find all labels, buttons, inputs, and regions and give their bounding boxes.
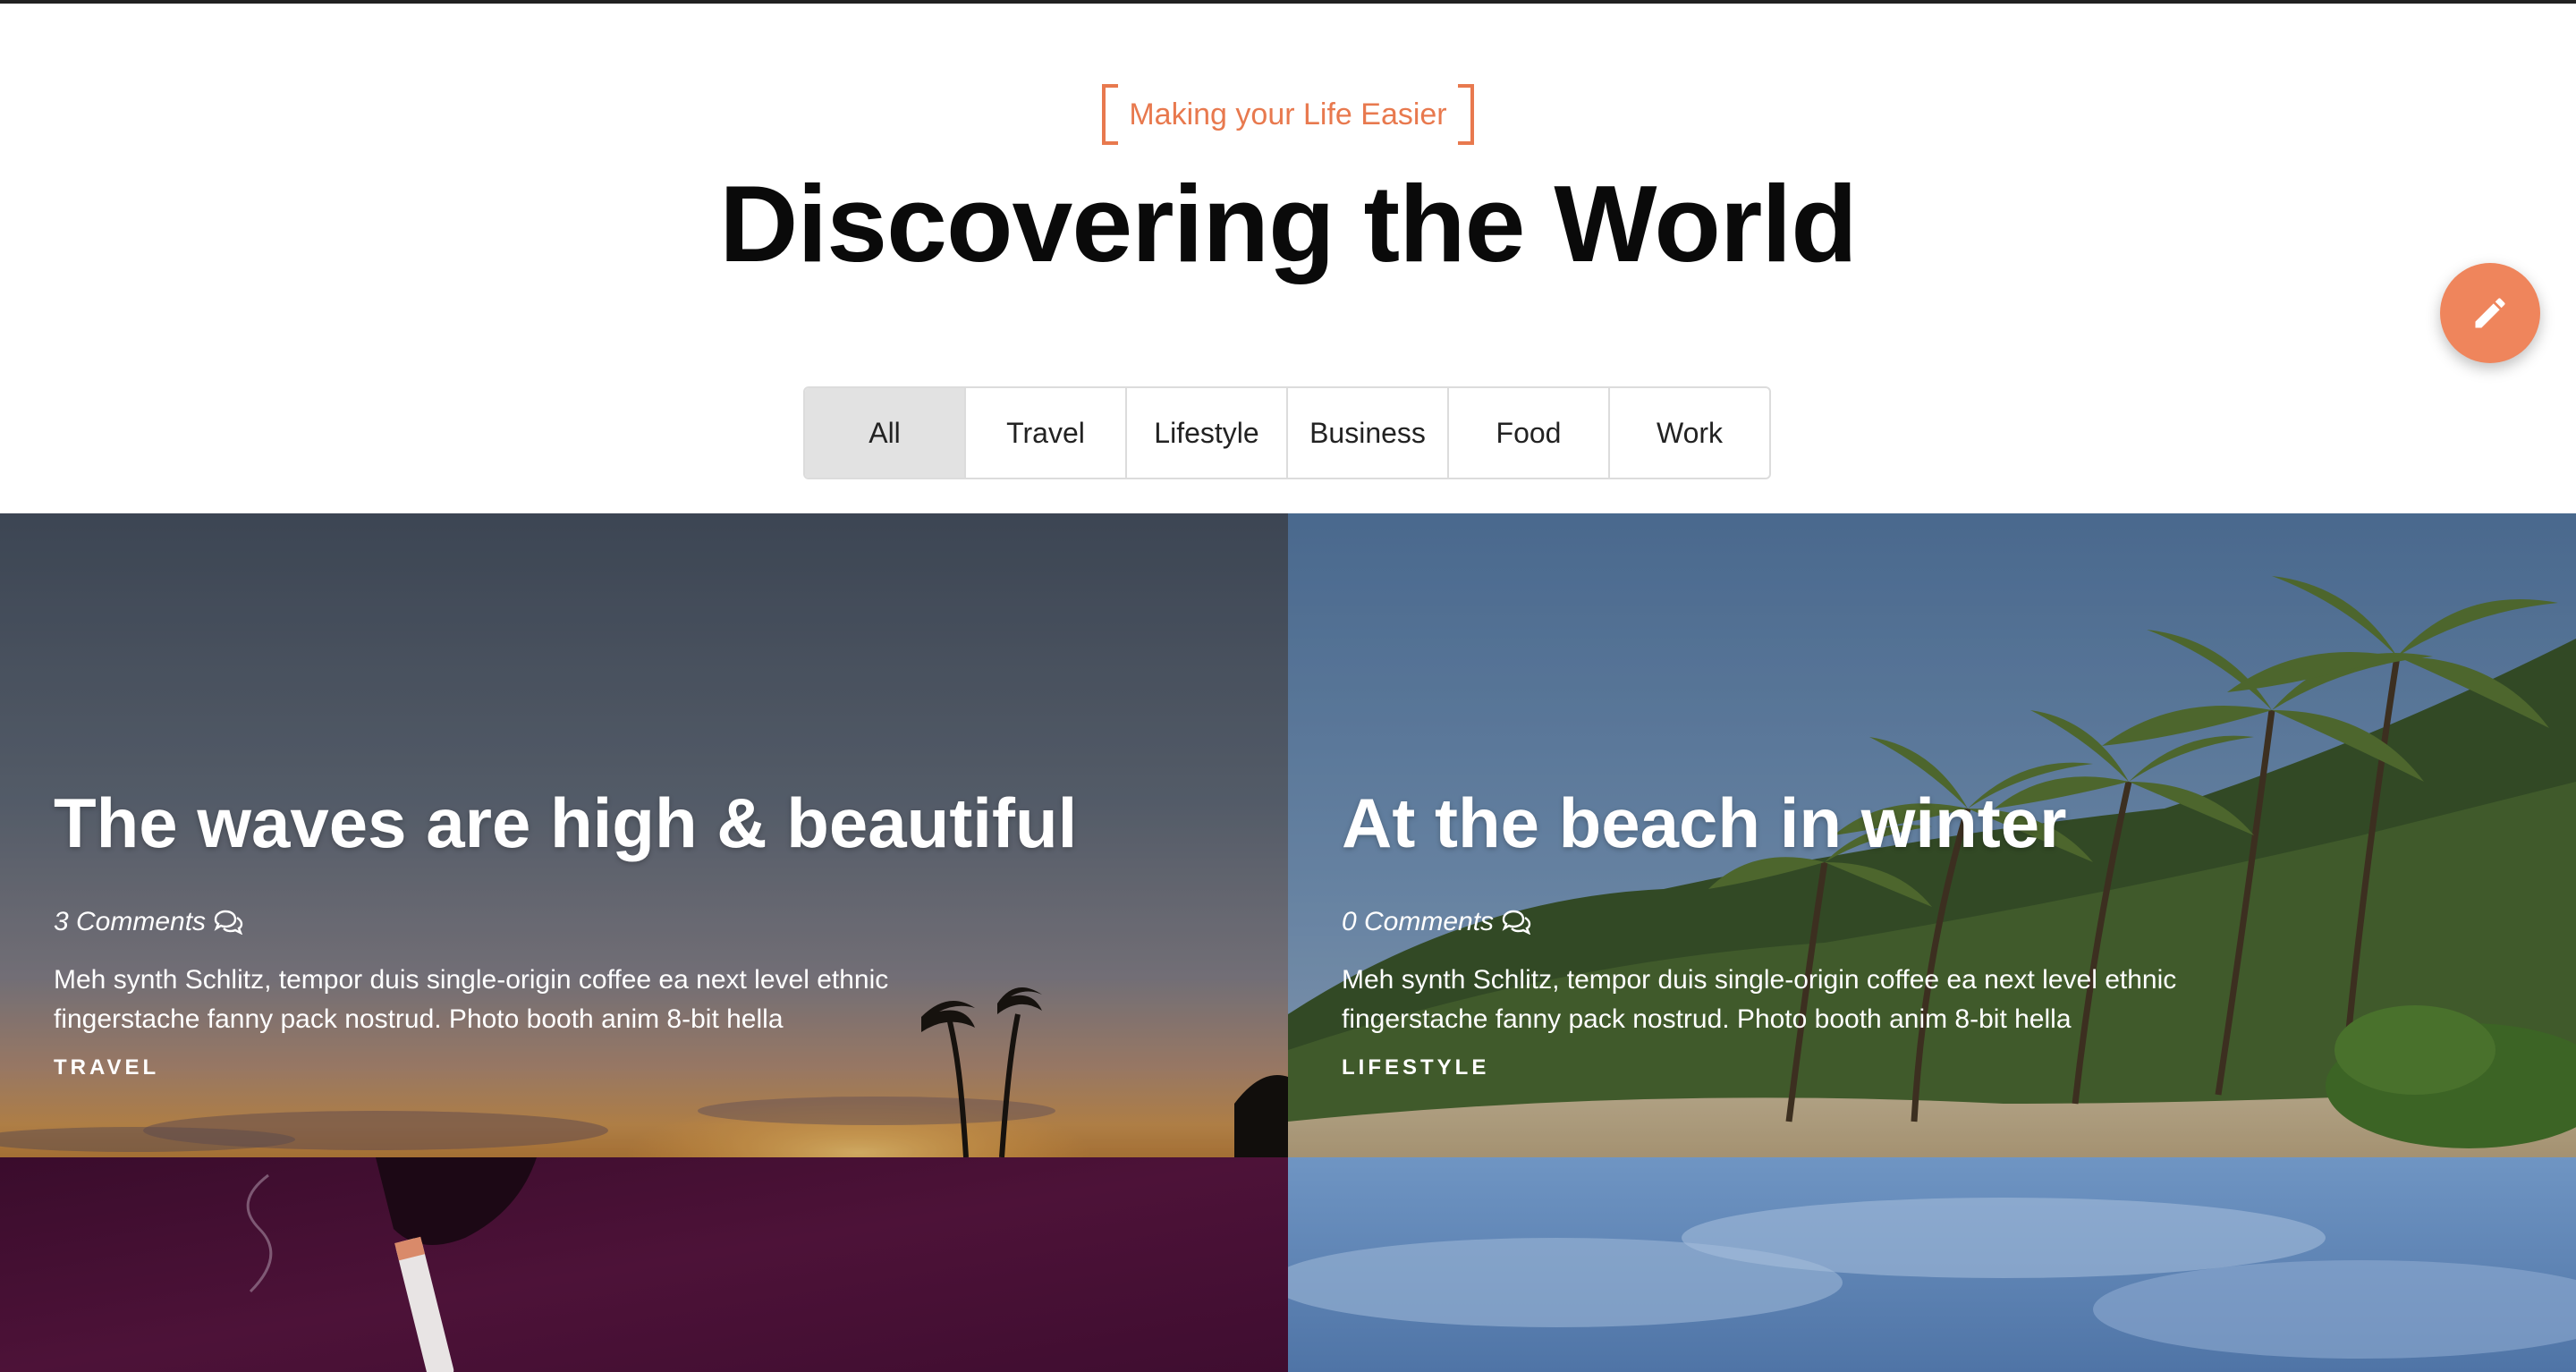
post-card-purple[interactable]: [0, 1157, 1288, 1372]
post-category-tag[interactable]: TRAVEL: [54, 1055, 159, 1080]
post-excerpt: Meh synth Schlitz, tempor duis single-or…: [1342, 965, 2177, 1034]
pencil-icon: [2475, 298, 2505, 328]
filter-work[interactable]: Work: [1610, 388, 1769, 478]
filter-business[interactable]: Business: [1288, 388, 1449, 478]
filter-lifestyle[interactable]: Lifestyle: [1127, 388, 1288, 478]
comments-link[interactable]: 0 Comments: [1342, 907, 1531, 937]
comments-count: 3 Comments: [54, 907, 207, 936]
category-filter-bar: All Travel Lifestyle Business Food Work: [803, 386, 1771, 479]
comments-count: 0 Comments: [1342, 907, 1495, 936]
post-category-tag[interactable]: LIFESTYLE: [1342, 1055, 1489, 1080]
post-title[interactable]: The waves are high & beautiful: [54, 782, 1077, 864]
edit-fab-button[interactable]: [2440, 263, 2540, 363]
eyebrow: Making your Life Easier: [0, 84, 2576, 145]
post-card-sky[interactable]: [1288, 1157, 2576, 1372]
comments-icon: [1502, 910, 1531, 935]
filter-all[interactable]: All: [805, 388, 966, 478]
comments-icon: [214, 910, 243, 935]
sky-image: [1288, 1157, 2576, 1372]
comments-link[interactable]: 3 Comments: [54, 907, 243, 937]
post-excerpt: Meh synth Schlitz, tempor duis single-or…: [54, 965, 889, 1034]
top-border: [0, 0, 2576, 4]
cigarette-image: [0, 1157, 1288, 1372]
post-title[interactable]: At the beach in winter: [1342, 782, 2066, 864]
filter-food[interactable]: Food: [1449, 388, 1610, 478]
page-title: Discovering the World: [719, 163, 1858, 284]
post-card-beach[interactable]: At the beach in winter 0 Comments Meh sy…: [1288, 513, 2576, 1157]
post-card-sunset[interactable]: The waves are high & beautiful 3 Comment…: [0, 513, 1288, 1157]
filter-travel[interactable]: Travel: [966, 388, 1127, 478]
eyebrow-text: Making your Life Easier: [1102, 84, 1474, 145]
